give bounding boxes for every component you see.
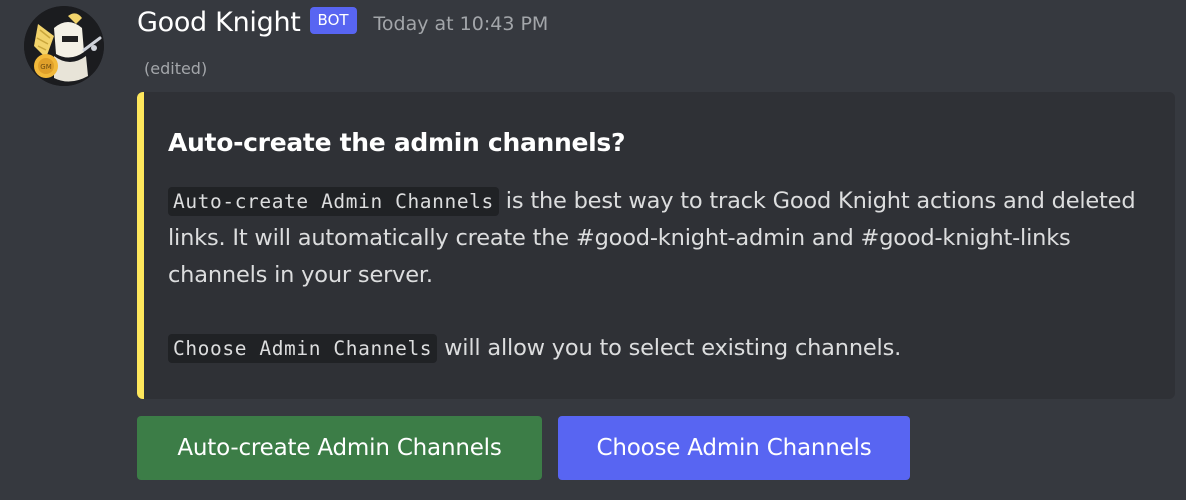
paragraph-2-text: will allow you to select existing channe… (437, 335, 902, 361)
message-header: Good Knight BOT Today at 10:43 PM (137, 4, 548, 40)
edited-label: (edited) (144, 59, 208, 78)
author-name[interactable]: Good Knight (137, 7, 301, 38)
embed-title: Auto-create the admin channels? (168, 128, 626, 157)
inline-code-auto-create: Auto-create Admin Channels (168, 187, 499, 216)
auto-create-admin-channels-button[interactable]: Auto-create Admin Channels (137, 416, 542, 480)
bot-badge: BOT (309, 6, 357, 34)
embed-accent-bar (137, 92, 144, 399)
embed-paragraph-1: Auto-create Admin Channels is the best w… (168, 183, 1158, 294)
embed-description: Auto-create Admin Channels is the best w… (168, 183, 1158, 367)
action-row: Auto-create Admin Channels Choose Admin … (137, 416, 910, 480)
message-timestamp[interactable]: Today at 10:43 PM (374, 13, 549, 35)
knight-logo-icon: GM (24, 6, 104, 86)
chat-message: GM Good Knight BOT Today at 10:43 PM (ed… (0, 0, 1186, 500)
inline-code-choose: Choose Admin Channels (168, 334, 438, 363)
svg-text:GM: GM (40, 63, 51, 71)
embed-paragraph-2: Choose Admin Channels will allow you to … (168, 330, 1158, 367)
message-embed: Auto-create the admin channels? Auto-cre… (137, 92, 1175, 399)
bot-avatar[interactable]: GM (24, 6, 104, 86)
choose-admin-channels-button[interactable]: Choose Admin Channels (558, 416, 910, 480)
